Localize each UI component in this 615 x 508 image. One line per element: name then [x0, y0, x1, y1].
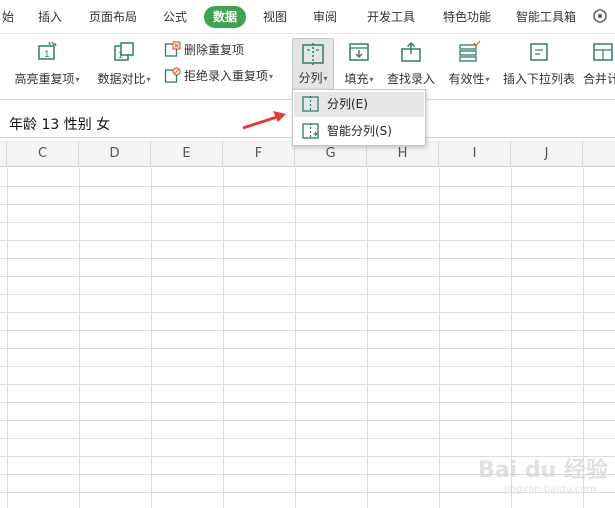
red-arrow-annotation: [242, 111, 286, 130]
fill-down-icon: [349, 43, 369, 61]
baidu-jingyan-watermark: Bai du 经验 jingyan.baidu.com: [474, 450, 614, 504]
column-header-partial[interactable]: [0, 141, 7, 167]
merge-calc-icon: [593, 43, 613, 61]
smart-split-icon: [302, 123, 319, 139]
reject-duplicate-entry-label: 拒绝录入重复项: [184, 69, 269, 83]
menu-item-smart-split[interactable]: 智能分列(S): [294, 119, 424, 144]
insert-dropdown-list-label: 插入下拉列表: [502, 72, 575, 86]
tab-view[interactable]: 视图: [263, 6, 287, 28]
split-column-icon: [302, 43, 324, 65]
column-header-i[interactable]: I: [439, 141, 511, 167]
svg-text:1: 1: [44, 50, 50, 60]
split-dropdown-menu: 分列(E) 智能分列(S): [292, 89, 426, 146]
validity-button[interactable]: 有效性▾: [444, 40, 494, 87]
tab-data[interactable]: 数据: [204, 6, 247, 28]
caret-down-icon: ▾: [369, 75, 374, 84]
merge-calc-button[interactable]: 合并计: [583, 40, 615, 87]
ribbon-tabs: 始 插入 页面布局 公式 数据 视图 审阅 开发工具 特色功能 智能工具箱: [0, 0, 615, 34]
watermark-url: jingyan.baidu.com: [504, 484, 597, 495]
svg-text:1: 1: [118, 51, 123, 60]
find-entry-label: 查找录入: [386, 72, 435, 86]
tab-insert[interactable]: 插入: [38, 6, 62, 28]
caret-down-icon: ▾: [323, 74, 328, 83]
delete-duplicates-button[interactable]: 删除重复项: [164, 40, 244, 60]
find-entry-icon: [401, 42, 421, 62]
split-column-icon: [302, 96, 319, 112]
merge-calc-label: 合并计: [583, 72, 615, 86]
delete-duplicates-icon: [164, 41, 181, 57]
menu-item-split[interactable]: 分列(E): [294, 92, 424, 117]
caret-down-icon: ▾: [146, 75, 151, 84]
data-compare-button[interactable]: 1 数据对比▾: [93, 40, 155, 87]
highlight-duplicates-icon: 1: [38, 41, 57, 60]
tab-start[interactable]: 始: [2, 6, 14, 28]
data-compare-label: 数据对比: [97, 72, 146, 86]
highlight-duplicates-button[interactable]: 1 高亮重复项▾: [10, 40, 84, 87]
highlight-duplicates-label: 高亮重复项: [14, 72, 75, 86]
validity-label: 有效性: [448, 72, 485, 86]
fill-button[interactable]: 填充▾: [340, 40, 378, 87]
column-header-e[interactable]: E: [151, 141, 223, 167]
delete-duplicates-label: 删除重复项: [184, 43, 245, 57]
cell-content-text: 年龄 13 性别 女: [9, 117, 111, 133]
reject-duplicates-icon: [164, 67, 181, 83]
insert-dropdown-list-button[interactable]: 插入下拉列表: [501, 40, 577, 87]
tab-review[interactable]: 审阅: [313, 6, 337, 28]
column-header-f[interactable]: F: [223, 141, 295, 167]
tab-page-layout[interactable]: 页面布局: [89, 6, 137, 28]
validity-icon: [459, 40, 481, 62]
column-header-j[interactable]: J: [511, 141, 583, 167]
dropdown-list-icon: [530, 43, 548, 61]
tab-smart-toolbox[interactable]: 智能工具箱: [516, 6, 576, 28]
data-compare-icon: 1: [114, 42, 134, 61]
tab-formula[interactable]: 公式: [163, 6, 187, 28]
menu-item-split-label: 分列(E): [327, 97, 368, 111]
reject-duplicate-entry-button[interactable]: 拒绝录入重复项▾: [164, 66, 273, 86]
gear-icon[interactable]: [591, 7, 609, 25]
fill-label: 填充: [344, 72, 369, 86]
tab-special[interactable]: 特色功能: [443, 6, 491, 28]
caret-down-icon: ▾: [269, 72, 274, 81]
column-header-partial-right[interactable]: [583, 141, 615, 167]
caret-down-icon: ▾: [485, 75, 490, 84]
tab-developer[interactable]: 开发工具: [367, 6, 415, 28]
column-header-d[interactable]: D: [79, 141, 151, 167]
find-entry-button[interactable]: 查找录入: [384, 40, 438, 87]
split-column-label: 分列: [298, 71, 323, 85]
watermark-brand: Bai du 经验: [478, 458, 608, 483]
split-column-button[interactable]: 分列▾: [292, 38, 334, 90]
column-header-c[interactable]: C: [7, 141, 79, 167]
caret-down-icon: ▾: [75, 75, 80, 84]
menu-item-smart-split-label: 智能分列(S): [327, 124, 392, 138]
